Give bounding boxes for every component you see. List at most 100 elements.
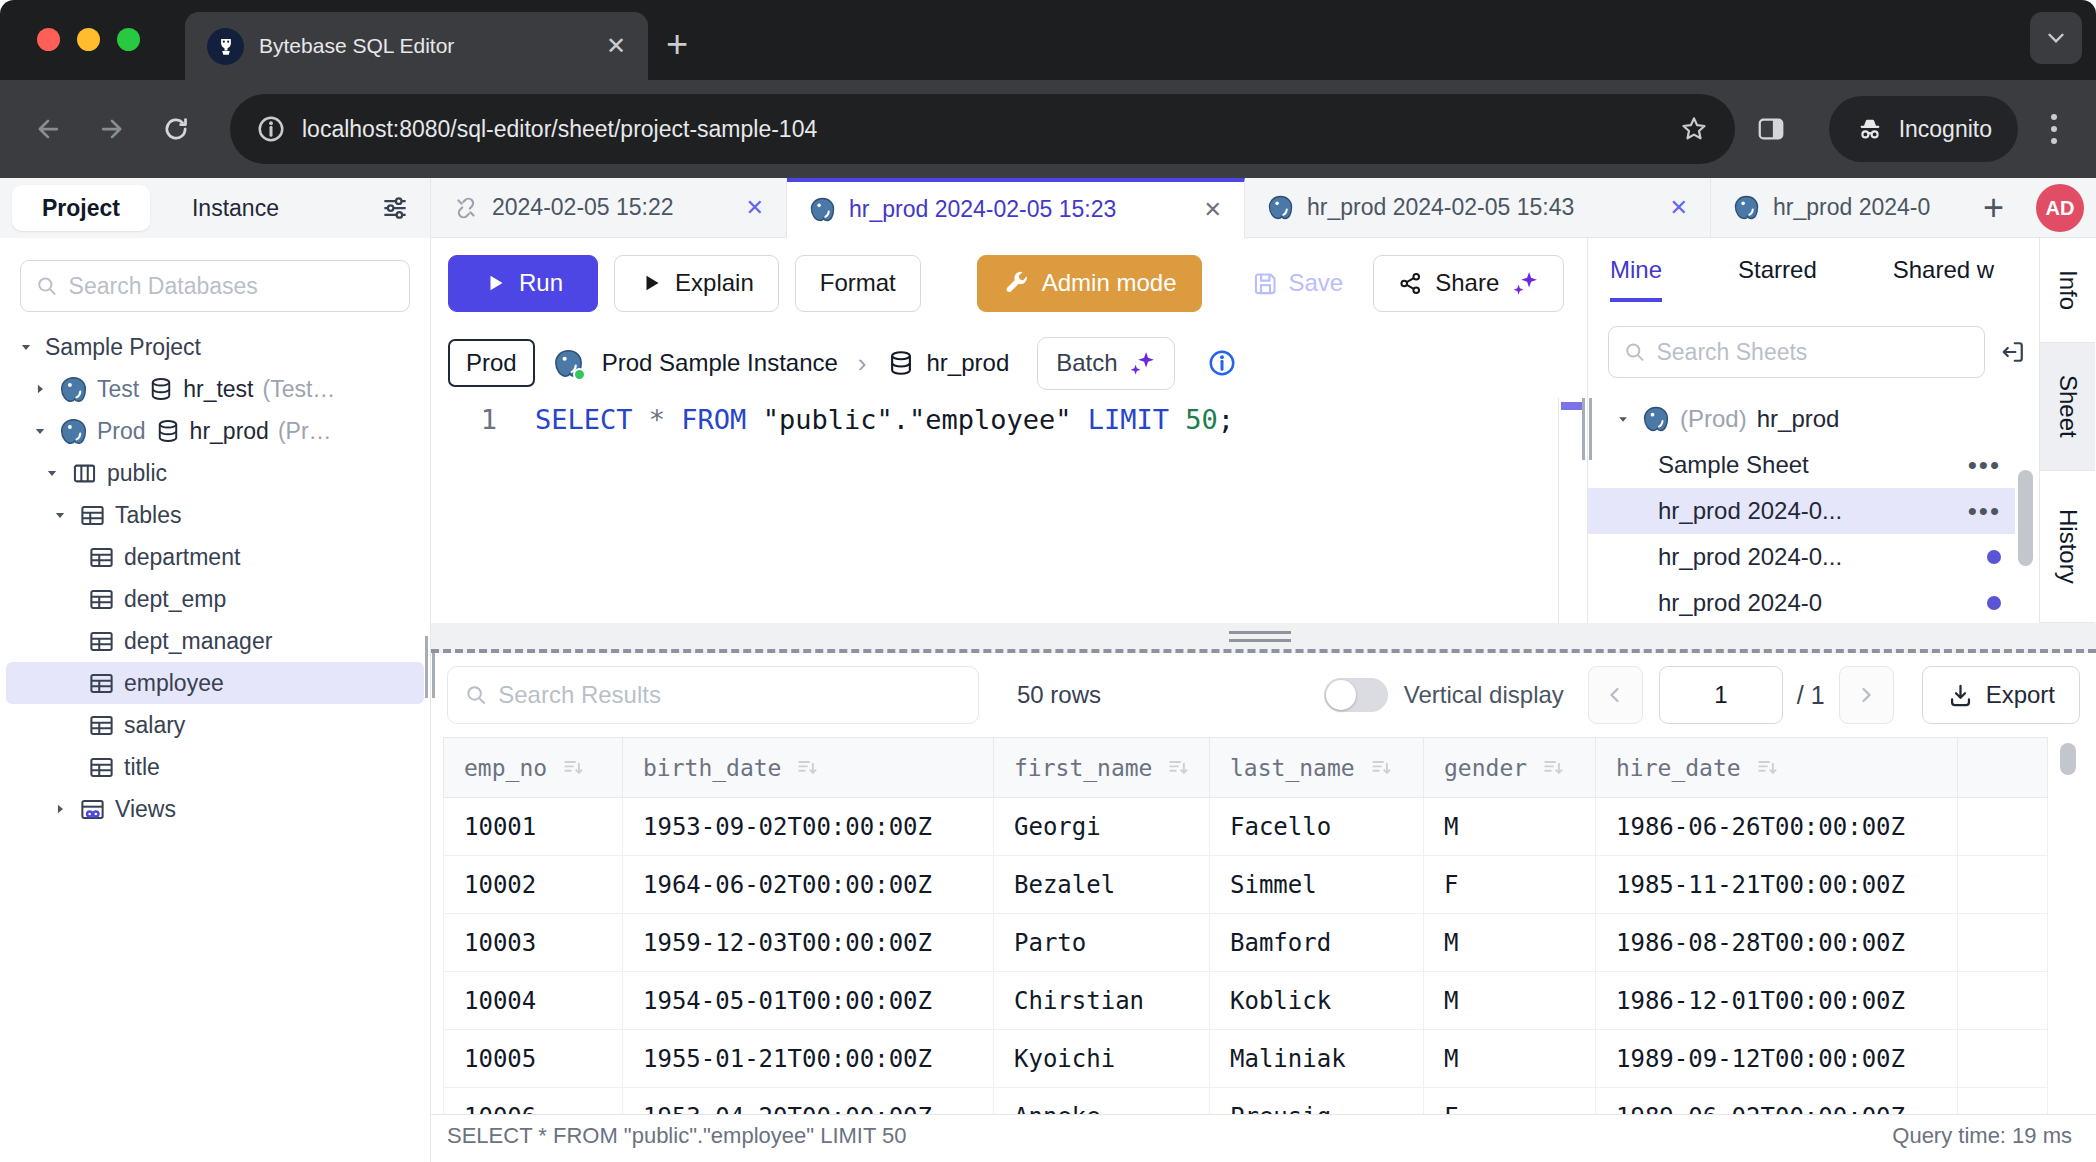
table-row[interactable]: 100061953-04-20T00:00:00ZAnnekePreusigF1… [444,1088,2048,1115]
run-button[interactable]: Run [448,255,598,312]
col-gender[interactable]: gender [1424,738,1596,798]
next-page-button[interactable] [1839,666,1894,724]
tree-item-salary[interactable]: salary [0,704,430,746]
new-sheet-tab-button[interactable]: + [1961,187,2026,229]
tab-history[interactable]: History [2040,471,2095,623]
sheet-tab-2-active[interactable]: hr_prod 2024-02-05 15:23 ✕ [787,178,1245,238]
sheet-tab-1[interactable]: 2024-02-05 15:22 ✕ [431,178,787,238]
sheet-search-input[interactable] [1656,339,1970,366]
minimize-window-button[interactable] [77,28,100,51]
tree-item-employee[interactable]: employee [6,662,424,704]
col-first-name[interactable]: first_name [994,738,1210,798]
share-button[interactable]: Share [1373,255,1564,312]
database-search[interactable] [20,260,410,312]
sort-icon[interactable] [1541,755,1567,781]
side-panel-button[interactable] [1743,101,1799,157]
sort-icon[interactable] [561,755,587,781]
tab-search-button[interactable] [2030,12,2082,64]
browser-menu-button[interactable] [2032,114,2076,144]
tab-mine[interactable]: Mine [1610,256,1662,302]
sheet-item-sample[interactable]: Sample Sheet ••• [1588,442,2015,488]
table-row[interactable]: 100011953-09-02T00:00:00ZGeorgiFacelloM1… [444,798,2048,856]
tab-starred[interactable]: Starred [1738,256,1817,298]
instance-name[interactable]: Prod Sample Instance [602,349,838,377]
tab-sheet[interactable]: Sheet [2040,343,2095,472]
tree-item-project[interactable]: Sample Project [0,326,430,368]
address-bar[interactable]: localhost:8080/sql-editor/sheet/project-… [230,94,1735,164]
close-tab-icon[interactable]: ✕ [1670,195,1688,221]
browser-tab[interactable]: Bytebase SQL Editor ✕ [185,12,648,80]
tab-instance[interactable]: Instance [192,195,279,222]
export-button[interactable]: Export [1922,666,2080,724]
tree-item-title[interactable]: title [0,746,430,788]
user-avatar[interactable]: AD [2036,184,2084,232]
sheet-item-clipped[interactable]: hr_prod 2024-0... [1588,386,2015,396]
forward-button[interactable] [84,101,140,157]
table-row[interactable]: 100041954-05-01T00:00:00ZChirstianKoblic… [444,972,2048,1030]
col-hire-date[interactable]: hire_date [1596,738,1958,798]
tree-item-department[interactable]: department [0,536,430,578]
database-name[interactable]: hr_prod [927,349,1010,377]
admin-mode-button[interactable]: Admin mode [977,255,1202,312]
vertical-display-toggle[interactable] [1324,678,1388,712]
results-search[interactable] [447,666,979,724]
tree-item-tables[interactable]: Tables [0,494,430,536]
sql-editor[interactable]: 1 SELECT * FROM "public"."employee" LIMI… [431,398,1587,623]
sort-icon[interactable] [795,755,821,781]
sql-code-line[interactable]: SELECT * FROM "public"."employee" LIMIT … [535,404,1234,435]
sheet-item-selected[interactable]: hr_prod 2024-0... ••• [1588,488,2015,534]
database-search-input[interactable] [69,273,395,300]
tab-info[interactable]: Info [2040,238,2095,343]
page-input[interactable]: 1 [1659,666,1783,724]
sheet-item-unsaved[interactable]: hr_prod 2024-0... [1588,534,2015,580]
table-row[interactable]: 100031959-12-03T00:00:00ZPartoBamfordM19… [444,914,2048,972]
sheet-tab-4[interactable]: hr_prod 2024-0 [1711,178,1961,238]
close-tab-icon[interactable]: ✕ [1204,197,1222,223]
table-row[interactable]: 100021964-06-02T00:00:00ZBezalelSimmelF1… [444,856,2048,914]
explain-button[interactable]: Explain [614,255,779,312]
new-tab-button[interactable]: + [666,22,688,66]
results-splitter[interactable] [431,623,2096,653]
sort-icon[interactable] [1166,755,1192,781]
back-button[interactable] [20,101,76,157]
sheet-tab-3[interactable]: hr_prod 2024-02-05 15:43 ✕ [1245,178,1711,238]
maximize-window-button[interactable] [117,28,140,51]
col-emp-no[interactable]: emp_no [444,738,623,798]
tree-item-public[interactable]: public [0,452,430,494]
info-icon[interactable] [1207,348,1237,378]
format-button[interactable]: Format [795,255,921,312]
sheet-more-icon[interactable]: ••• [1968,450,2001,481]
close-tab-icon[interactable]: ✕ [600,32,626,60]
environment-badge[interactable]: Prod [448,339,535,387]
table-row[interactable]: 100051955-01-21T00:00:00ZKyoichiMaliniak… [444,1030,2048,1088]
save-button[interactable]: Save [1252,269,1344,297]
results-scrollbar[interactable] [2060,743,2076,775]
batch-button[interactable]: Batch [1037,337,1174,390]
tree-item-hr-test[interactable]: Test hr_test (Test… [0,368,430,410]
results-search-input[interactable] [498,681,962,709]
close-tab-icon[interactable]: ✕ [746,195,764,221]
close-window-button[interactable] [37,28,60,51]
tab-project[interactable]: Project [12,185,150,231]
tree-item-hr-prod[interactable]: Prod hr_prod (Pr… [0,410,430,452]
site-info-icon[interactable] [256,114,286,144]
panel-resize-handle[interactable] [1582,398,1592,460]
sheet-search[interactable] [1608,326,1985,378]
filter-sliders-icon[interactable] [380,193,410,223]
sort-icon[interactable] [1755,755,1781,781]
prev-page-button[interactable] [1588,666,1643,724]
tree-item-views[interactable]: Views [0,788,430,830]
url-text[interactable]: localhost:8080/sql-editor/sheet/project-… [302,116,1663,143]
tree-item-dept-emp[interactable]: dept_emp [0,578,430,620]
sheet-list-scrollbar[interactable] [2018,470,2033,566]
sort-icon[interactable] [1369,755,1395,781]
col-birth-date[interactable]: birth_date [623,738,994,798]
col-last-name[interactable]: last_name [1210,738,1424,798]
tree-item-dept-manager[interactable]: dept_manager [0,620,430,662]
import-sheet-icon[interactable] [1999,338,2027,366]
reload-button[interactable] [148,101,204,157]
tab-shared[interactable]: Shared w [1893,256,1994,298]
sheet-item-partial[interactable]: hr_prod 2024-0 [1588,580,2015,623]
bookmark-star-icon[interactable] [1679,114,1709,144]
sheet-more-icon[interactable]: ••• [1968,496,2001,527]
